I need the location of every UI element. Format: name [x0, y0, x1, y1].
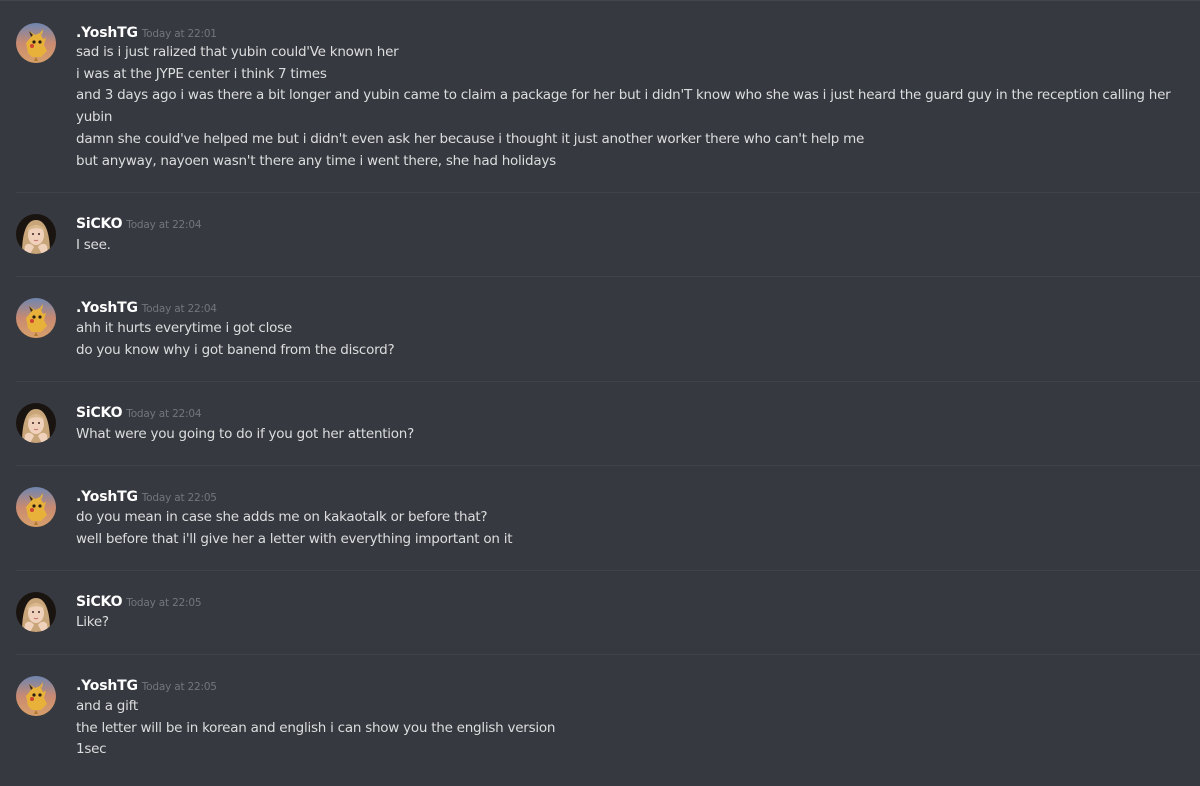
message-line: Like? [76, 614, 109, 630]
message-content: and a gift the letter will be in korean … [76, 696, 1176, 761]
message-line: damn she could've helped me but i didn't… [76, 130, 865, 147]
message-header: SiCKO Today at 22:04 [76, 213, 202, 233]
message-content: I see. [76, 235, 1176, 257]
timestamp[interactable]: Today at 22:04 [142, 303, 217, 315]
message-line: What were you going to do if you got her… [76, 426, 415, 442]
message-line: sad is i just ralized that yubin could'V… [76, 44, 399, 60]
message-divider [16, 381, 1200, 382]
message-header: .YoshTG Today at 22:05 [76, 675, 217, 695]
timestamp[interactable]: Today at 22:05 [142, 492, 217, 504]
message-header: .YoshTG Today at 22:04 [76, 297, 217, 317]
username[interactable]: .YoshTG [76, 25, 138, 41]
top-divider [0, 0, 1200, 1]
message-line: ahh it hurts everytime i got close [76, 320, 292, 336]
message-header: .YoshTG Today at 22:05 [76, 486, 217, 506]
pikachu-avatar-icon[interactable] [16, 487, 56, 527]
username[interactable]: .YoshTG [76, 300, 138, 316]
timestamp[interactable]: Today at 22:04 [126, 219, 201, 231]
message-content: Like? [76, 612, 1176, 634]
timestamp[interactable]: Today at 22:01 [142, 28, 217, 40]
timestamp[interactable]: Today at 22:04 [126, 408, 201, 420]
girl-photo-avatar-icon[interactable] [16, 214, 56, 254]
message-header: SiCKO Today at 22:05 [76, 591, 202, 611]
message-content: sad is i just ralized that yubin could'V… [76, 42, 1176, 172]
username[interactable]: SiCKO [76, 216, 122, 232]
username[interactable]: .YoshTG [76, 678, 138, 694]
message-header: SiCKO Today at 22:04 [76, 402, 202, 422]
username[interactable]: SiCKO [76, 594, 122, 610]
message-line: well before that i'll give her a letter … [76, 530, 513, 547]
message-line: do you know why i got banend from the di… [76, 341, 395, 358]
message-divider [16, 654, 1200, 655]
pikachu-avatar-icon[interactable] [16, 298, 56, 338]
message-line: do you mean in case she adds me on kakao… [76, 509, 488, 525]
message-line: yubin [76, 109, 113, 126]
message-divider [16, 276, 1200, 277]
message-line: 1sec [76, 741, 107, 758]
timestamp[interactable]: Today at 22:05 [142, 681, 217, 693]
message-line: and 3 days ago i was there a bit longer … [76, 87, 1171, 104]
message-divider [16, 192, 1200, 193]
girl-photo-avatar-icon[interactable] [16, 592, 56, 632]
message-line: I see. [76, 237, 111, 253]
message-line: the letter will be in korean and english… [76, 719, 556, 736]
message-line: and a gift [76, 698, 138, 714]
pikachu-avatar-icon[interactable] [16, 23, 56, 63]
message-content: What were you going to do if you got her… [76, 424, 1176, 446]
message-line: i was at the JYPE center i think 7 times [76, 65, 327, 82]
message-content: ahh it hurts everytime i got close do yo… [76, 318, 1176, 361]
username[interactable]: SiCKO [76, 405, 122, 421]
message-divider [16, 465, 1200, 466]
girl-photo-avatar-icon[interactable] [16, 403, 56, 443]
message-divider [16, 570, 1200, 571]
message-header: .YoshTG Today at 22:01 [76, 22, 217, 42]
message-content: do you mean in case she adds me on kakao… [76, 507, 1176, 550]
message-line: but anyway, nayoen wasn't there any time… [76, 152, 556, 169]
pikachu-avatar-icon[interactable] [16, 676, 56, 716]
username[interactable]: .YoshTG [76, 489, 138, 505]
timestamp[interactable]: Today at 22:05 [126, 597, 201, 609]
